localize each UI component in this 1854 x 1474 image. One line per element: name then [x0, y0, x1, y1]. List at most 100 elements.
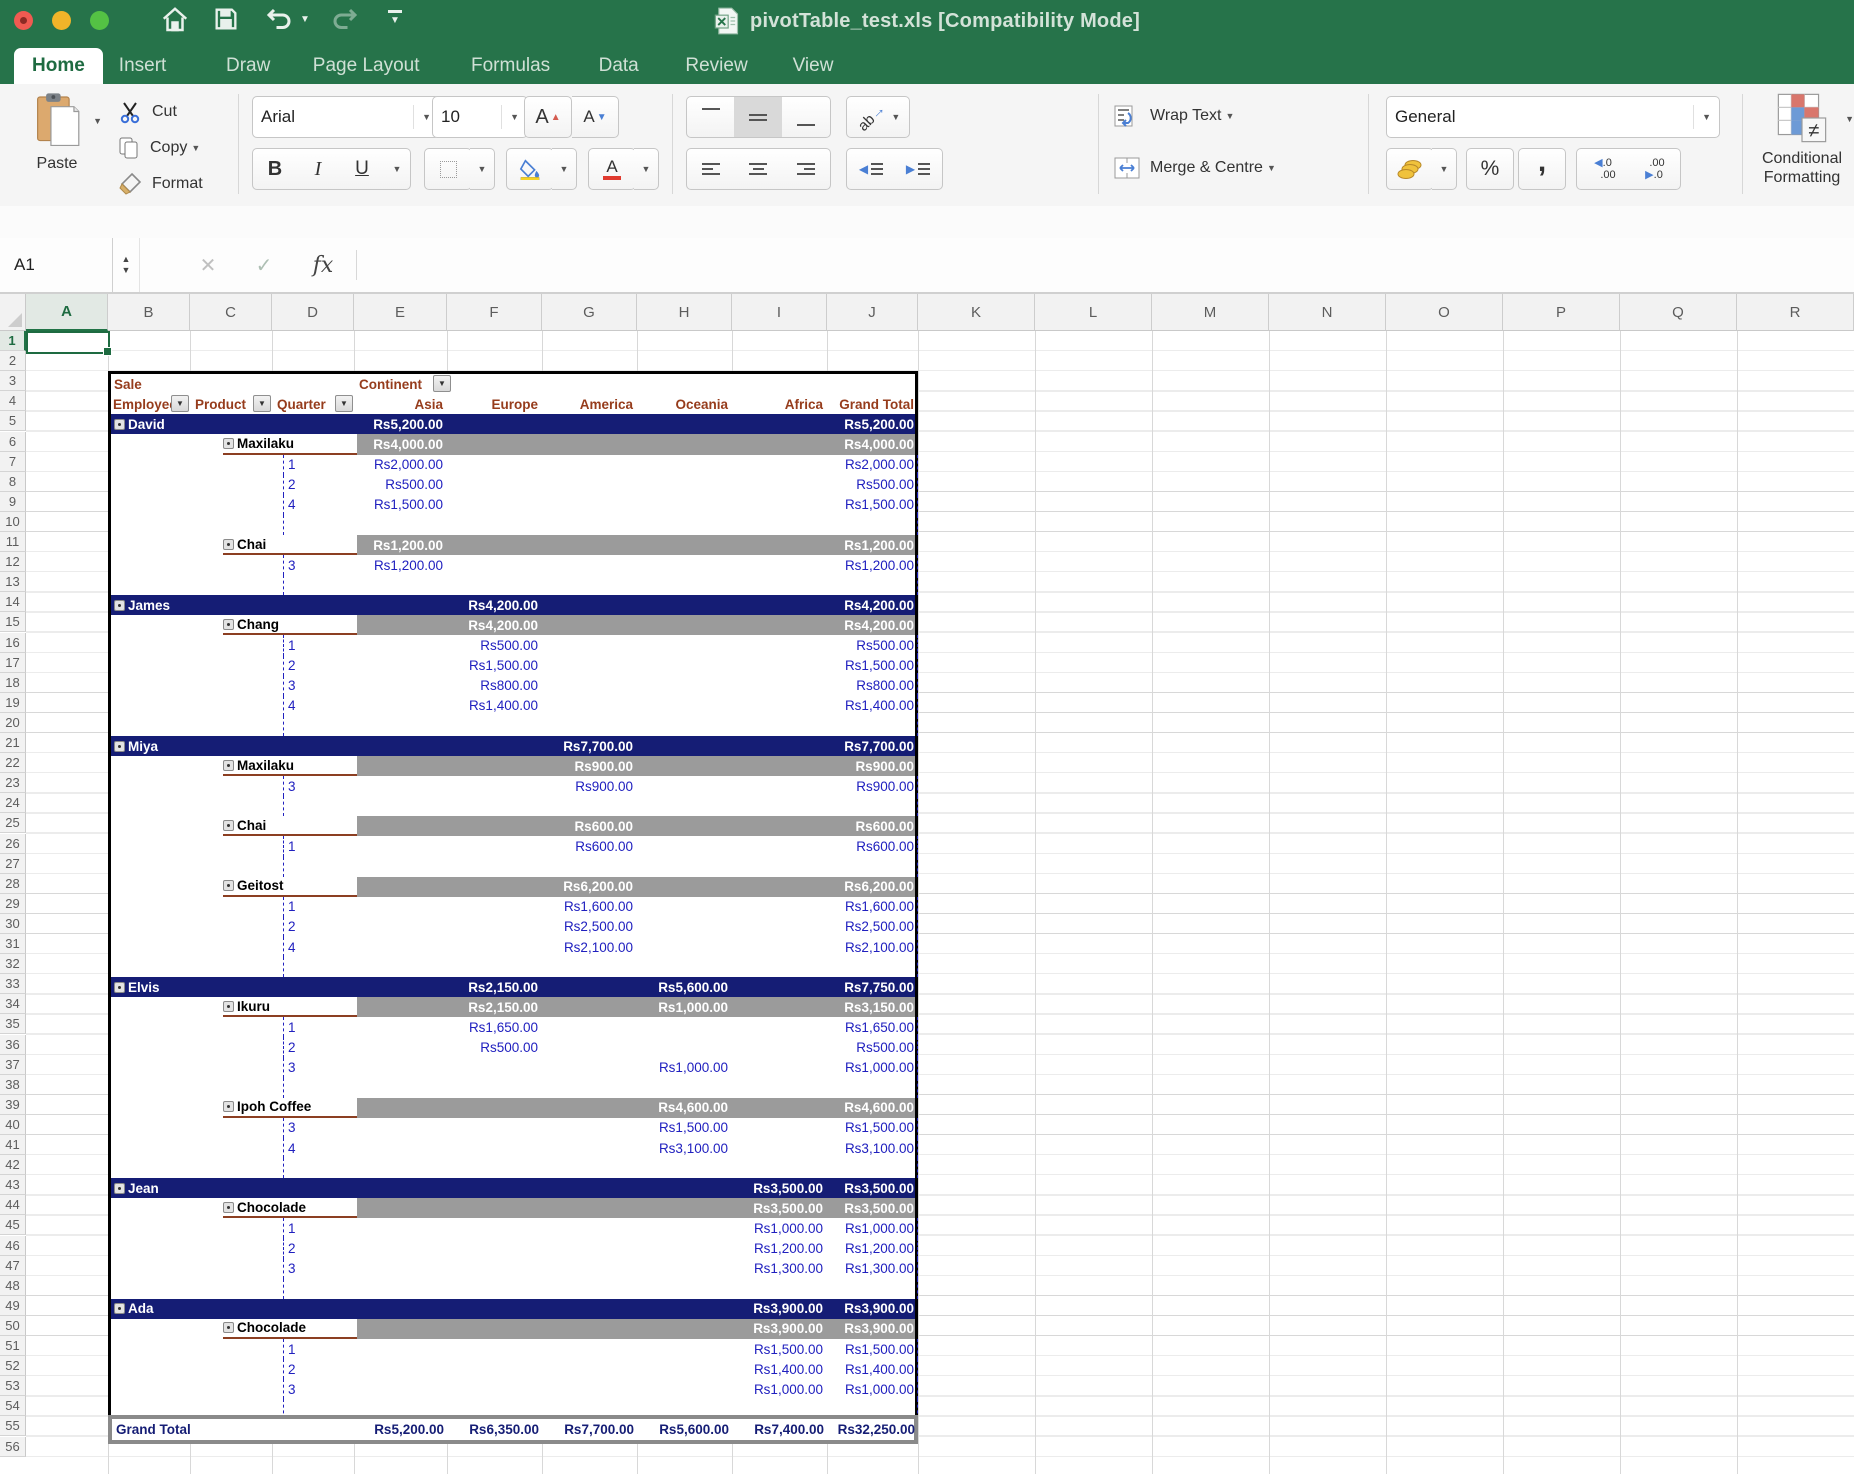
collapse-button[interactable] [223, 760, 234, 771]
copy-dropdown-arrow[interactable]: ▼ [191, 143, 200, 153]
decrease-font-size-button[interactable]: A▼ [572, 96, 619, 138]
increase-indent-button[interactable]: ▶ [894, 148, 943, 190]
row-header-47[interactable]: 47 [0, 1256, 26, 1276]
row-header-12[interactable]: 12 [0, 552, 26, 572]
quarter-value-cell[interactable]: Rs900.00 [825, 776, 917, 796]
employee-total-cell[interactable]: Rs3,500.00 [730, 1178, 826, 1198]
quarter-value-cell[interactable]: Rs1,200.00 [825, 1238, 917, 1258]
quarter-value-cell[interactable]: Rs500.00 [825, 475, 917, 495]
italic-button[interactable]: I [296, 148, 341, 190]
quarter-value-cell[interactable]: Rs1,650.00 [825, 1017, 917, 1037]
quarter-value-cell[interactable]: Rs1,650.00 [445, 1017, 541, 1037]
row-header-25[interactable]: 25 [0, 813, 26, 833]
quarter-label[interactable]: 3 [288, 555, 296, 575]
percent-style-button[interactable]: % [1466, 148, 1514, 190]
selected-cell-a1[interactable] [26, 331, 110, 354]
employee-total-cell[interactable]: Rs2,150.00 [445, 977, 541, 997]
column-header-L[interactable]: L [1035, 294, 1152, 331]
column-header-R[interactable]: R [1737, 294, 1854, 331]
row-header-8[interactable]: 8 [0, 472, 26, 492]
row-header-16[interactable]: 16 [0, 633, 26, 653]
continent-filter-button[interactable]: ▼ [433, 375, 451, 392]
quarter-value-cell[interactable]: Rs1,500.00 [825, 1339, 917, 1359]
row-header-51[interactable]: 51 [0, 1336, 26, 1356]
align-middle-button[interactable] [734, 96, 783, 138]
row-header-28[interactable]: 28 [0, 874, 26, 894]
merge-centre-button[interactable]: Merge & Centre ▼ [1114, 156, 1276, 180]
quarter-label[interactable]: 1 [288, 1017, 296, 1037]
underline-button[interactable]: U [340, 148, 385, 190]
quarter-value-cell[interactable]: Rs500.00 [352, 475, 446, 495]
collapse-button[interactable] [114, 741, 125, 752]
quarter-value-cell[interactable]: Rs1,500.00 [825, 495, 917, 515]
grand-total-cell[interactable]: Rs7,400.00 [731, 1419, 827, 1440]
employee-total-cell[interactable]: Rs3,900.00 [825, 1299, 917, 1319]
row-header-7[interactable]: 7 [0, 452, 26, 472]
quarter-value-cell[interactable]: Rs1,500.00 [825, 656, 917, 676]
quarter-value-cell[interactable]: Rs2,500.00 [540, 917, 636, 937]
row-header-26[interactable]: 26 [0, 834, 26, 854]
product-total-cell[interactable]: Rs3,900.00 [825, 1319, 917, 1339]
column-header-G[interactable]: G [542, 294, 637, 331]
row-header-18[interactable]: 18 [0, 673, 26, 693]
quarter-value-cell[interactable]: Rs1,500.00 [445, 656, 541, 676]
employee-total-cell[interactable]: Rs7,700.00 [540, 736, 636, 756]
row-header-33[interactable]: 33 [0, 974, 26, 994]
grand-total-cell[interactable]: Rs32,250.00 [826, 1419, 918, 1440]
font-color-dropdown-arrow[interactable]: ▼ [634, 148, 659, 190]
fill-color-dropdown-arrow[interactable]: ▼ [552, 148, 577, 190]
quarter-value-cell[interactable]: Rs2,000.00 [352, 455, 446, 475]
quarter-label[interactable]: 3 [288, 676, 296, 696]
collapse-button[interactable] [114, 419, 125, 430]
product-total-cell[interactable]: Rs900.00 [540, 756, 636, 776]
employee-filter-button[interactable]: ▼ [171, 395, 189, 412]
column-header-I[interactable]: I [732, 294, 827, 331]
bold-button[interactable]: B [252, 148, 298, 190]
collapse-button[interactable] [223, 539, 234, 550]
tab-data[interactable]: Data [581, 48, 657, 84]
paste-button[interactable]: ▼ Paste [14, 92, 100, 173]
row-header-40[interactable]: 40 [0, 1115, 26, 1135]
row-header-23[interactable]: 23 [0, 773, 26, 793]
product-filter-button[interactable]: ▼ [253, 395, 271, 412]
column-header-A[interactable]: A [26, 294, 108, 331]
row-header-31[interactable]: 31 [0, 934, 26, 954]
quarter-value-cell[interactable]: Rs500.00 [445, 635, 541, 655]
quarter-value-cell[interactable]: Rs1,500.00 [825, 1118, 917, 1138]
conditional-formatting-button[interactable]: ≠ ▼ ConditionalFormatting [1756, 92, 1848, 187]
employee-total-cell[interactable]: Rs3,900.00 [730, 1299, 826, 1319]
row-header-17[interactable]: 17 [0, 653, 26, 673]
select-all-corner[interactable] [0, 294, 26, 331]
product-total-cell[interactable]: Rs1,000.00 [635, 997, 731, 1017]
product-total-cell[interactable]: Rs3,500.00 [730, 1198, 826, 1218]
quarter-label[interactable]: 3 [288, 1379, 296, 1399]
row-header-38[interactable]: 38 [0, 1075, 26, 1095]
row-header-34[interactable]: 34 [0, 994, 26, 1014]
quarter-label[interactable]: 4 [288, 1138, 296, 1158]
tab-view[interactable]: View [775, 48, 852, 84]
quarter-value-cell[interactable]: Rs3,100.00 [825, 1138, 917, 1158]
row-header-48[interactable]: 48 [0, 1276, 26, 1296]
number-format-select[interactable]: General▼ [1386, 96, 1720, 138]
quarter-value-cell[interactable]: Rs500.00 [825, 1037, 917, 1057]
product-total-cell[interactable]: Rs6,200.00 [825, 877, 917, 897]
collapse-button[interactable] [223, 1202, 234, 1213]
row-header-15[interactable]: 15 [0, 612, 26, 632]
increase-font-size-button[interactable]: A▲ [524, 96, 572, 138]
column-header-Q[interactable]: Q [1620, 294, 1737, 331]
quarter-label[interactable]: 4 [288, 495, 296, 515]
product-total-cell[interactable]: Rs2,150.00 [445, 997, 541, 1017]
employee-total-cell[interactable]: Rs4,200.00 [445, 595, 541, 615]
grand-total-cell[interactable]: Rs7,700.00 [541, 1419, 637, 1440]
quarter-value-cell[interactable]: Rs2,500.00 [825, 917, 917, 937]
row-header-13[interactable]: 13 [0, 572, 26, 592]
font-size-select[interactable]: 10▼ [432, 96, 528, 138]
row-header-52[interactable]: 52 [0, 1356, 26, 1376]
underline-dropdown-arrow[interactable]: ▼ [384, 148, 411, 190]
quarter-value-cell[interactable]: Rs1,000.00 [730, 1218, 826, 1238]
column-header-O[interactable]: O [1386, 294, 1503, 331]
product-total-cell[interactable]: Rs3,500.00 [825, 1198, 917, 1218]
cut-button[interactable]: Cut [118, 96, 203, 128]
row-header-21[interactable]: 21 [0, 733, 26, 753]
row-header-54[interactable]: 54 [0, 1396, 26, 1416]
